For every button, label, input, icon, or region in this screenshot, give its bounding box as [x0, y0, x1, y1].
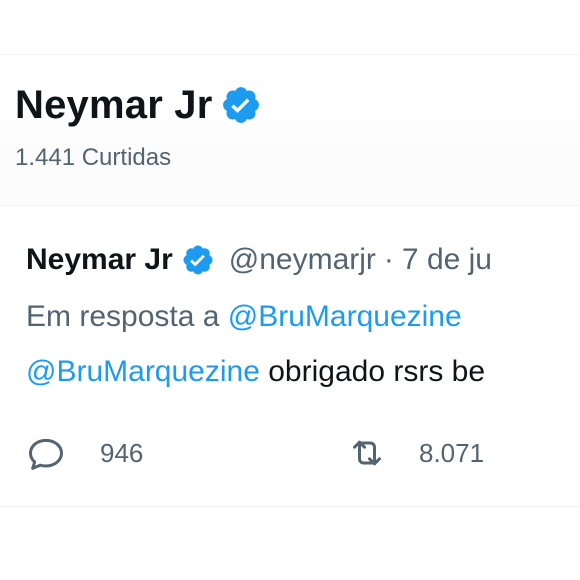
profile-likes-count: 1.441 Curtidas — [15, 144, 172, 171]
reply-prefix: Em resposta a — [26, 300, 220, 333]
bottom-divider — [0, 506, 580, 507]
profile-name-row: Neymar Jr — [15, 80, 262, 130]
tweet-author-handle[interactable]: @neymarjr — [229, 240, 376, 280]
reply-context: Em resposta a @BruMarquezine — [26, 297, 462, 337]
tweet-date[interactable]: 7 de ju — [402, 240, 492, 280]
retweet-button[interactable]: 8.071 — [347, 430, 484, 476]
retweet-count: 8.071 — [419, 438, 485, 468]
tweet-author-name[interactable]: Neymar Jr — [26, 240, 173, 280]
tweet-text: @BruMarquezine obrigado rsrs be — [26, 352, 485, 392]
tweet-actions: 946 8.071 — [0, 430, 580, 476]
tweet-body-text: obrigado rsrs be — [268, 355, 486, 388]
profile-name: Neymar Jr — [15, 83, 213, 127]
reply-icon — [29, 438, 63, 470]
verified-badge-icon — [183, 245, 213, 275]
tweet-header: Neymar Jr @neymarjr · 7 de ju — [26, 240, 492, 280]
reply-button[interactable]: 946 — [26, 430, 143, 476]
tweet-separator: · — [383, 243, 394, 276]
verified-badge-icon — [223, 87, 260, 123]
twitter-profile-likes-page: Neymar Jr 1.441 Curtidas Neymar Jr @neym… — [0, 0, 580, 580]
profile-header — [0, 55, 580, 205]
reply-count: 946 — [100, 438, 144, 468]
body-mention-link[interactable]: @BruMarquezine — [26, 355, 260, 388]
reply-mention-link[interactable]: @BruMarquezine — [228, 300, 462, 333]
retweet-icon — [353, 440, 381, 466]
